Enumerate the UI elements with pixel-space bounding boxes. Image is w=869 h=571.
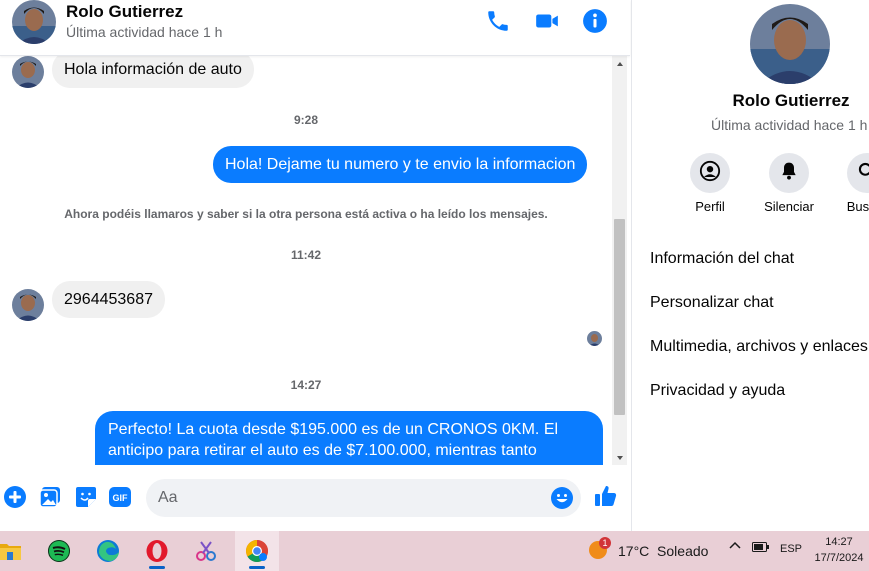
scroll-up-arrow-icon[interactable] bbox=[612, 56, 627, 71]
profile-action-button[interactable]: Perfil bbox=[675, 153, 745, 214]
sender-avatar[interactable] bbox=[12, 56, 44, 88]
contact-status: Última actividad hace 1 h bbox=[66, 24, 223, 40]
seen-receipt-avatar bbox=[587, 331, 602, 346]
language-indicator[interactable]: ESP bbox=[780, 543, 802, 555]
app-root: Rolo Gutierrez Última actividad hace 1 h… bbox=[0, 0, 869, 571]
chevron-up-icon[interactable] bbox=[729, 540, 741, 555]
windows-taskbar: 17°C Soleado 1 ESP 14:27 17/7/2024 bbox=[0, 531, 869, 571]
menu-customize-chat[interactable]: Personalizar chat bbox=[650, 294, 774, 312]
taskbar-clock[interactable]: 14:27 17/7/2024 bbox=[810, 534, 868, 566]
message-bubble-outgoing[interactable]: Perfecto! La cuota desde $195.000 es de … bbox=[95, 411, 603, 465]
emoji-icon[interactable] bbox=[550, 486, 574, 510]
menu-media-files-links[interactable]: Multimedia, archivos y enlaces bbox=[650, 338, 868, 356]
sender-avatar[interactable] bbox=[12, 289, 44, 321]
gif-label: GIF bbox=[113, 493, 129, 503]
video-camera-icon[interactable] bbox=[534, 8, 560, 34]
thumbs-up-icon[interactable] bbox=[594, 484, 618, 508]
message-bubble-incoming[interactable]: Hola información de auto bbox=[52, 56, 254, 88]
scroll-down-arrow-icon[interactable] bbox=[612, 450, 627, 465]
snipping-tool-icon[interactable] bbox=[186, 531, 226, 571]
menu-privacy-help[interactable]: Privacidad y ayuda bbox=[650, 382, 785, 400]
menu-chat-info[interactable]: Información del chat bbox=[650, 250, 794, 268]
panel-contact-name: Rolo Gutierrez bbox=[732, 91, 850, 110]
chat-window: Rolo Gutierrez Última actividad hace 1 h… bbox=[0, 0, 630, 531]
file-explorer-icon[interactable] bbox=[0, 531, 30, 571]
contact-name[interactable]: Rolo Gutierrez bbox=[66, 2, 183, 22]
message-bubble-incoming[interactable]: 2964453687 bbox=[52, 281, 165, 318]
gif-icon[interactable]: GIF bbox=[108, 485, 132, 509]
clock-date: 17/7/2024 bbox=[814, 552, 864, 564]
message-input-box[interactable] bbox=[146, 479, 581, 517]
clock-time: 14:27 bbox=[825, 536, 853, 548]
weather-notification-badge: 1 bbox=[599, 537, 611, 549]
message-timestamp: 14:27 bbox=[290, 378, 322, 392]
message-timestamp: 9:28 bbox=[293, 113, 319, 127]
bell-icon bbox=[779, 161, 799, 186]
search-icon bbox=[857, 161, 869, 186]
search-action-label: Buscar bbox=[846, 199, 869, 214]
active-app-indicator bbox=[249, 566, 265, 569]
mute-action-label: Silenciar bbox=[764, 199, 814, 214]
profile-action-label: Perfil bbox=[695, 199, 725, 214]
spotify-icon[interactable] bbox=[39, 531, 79, 571]
profile-icon bbox=[699, 160, 721, 187]
message-composer: GIF bbox=[0, 465, 630, 531]
scrollbar-thumb[interactable] bbox=[614, 219, 625, 415]
info-icon[interactable] bbox=[582, 8, 608, 34]
plus-icon[interactable] bbox=[3, 485, 27, 509]
mute-action-button[interactable]: Silenciar bbox=[754, 153, 824, 214]
sticker-icon[interactable] bbox=[74, 485, 98, 509]
weather-text: 17°C Soleado bbox=[618, 543, 709, 559]
phone-icon[interactable] bbox=[485, 8, 511, 34]
message-bubble-outgoing[interactable]: Hola! Dejame tu numero y te envio la inf… bbox=[213, 146, 588, 183]
message-scrollbar[interactable] bbox=[612, 56, 627, 465]
message-list[interactable]: Hola información de auto 9:28 Hola! Deja… bbox=[0, 56, 612, 465]
panel-contact-status: Última actividad hace 1 h bbox=[711, 117, 868, 133]
opera-icon[interactable] bbox=[137, 531, 177, 571]
chrome-icon[interactable] bbox=[235, 531, 279, 571]
battery-icon[interactable] bbox=[752, 541, 770, 556]
image-icon[interactable] bbox=[38, 485, 62, 509]
contact-profile-avatar[interactable] bbox=[750, 4, 830, 84]
contact-avatar[interactable] bbox=[12, 0, 56, 44]
chat-info-panel: Rolo Gutierrez Última actividad hace 1 h… bbox=[631, 0, 869, 531]
active-app-indicator bbox=[149, 566, 165, 569]
chat-notice: Ahora podéis llamaros y saber si la otra… bbox=[64, 207, 548, 221]
message-timestamp: 11:42 bbox=[290, 248, 322, 262]
search-action-button[interactable]: Buscar bbox=[832, 153, 869, 214]
message-input[interactable] bbox=[158, 488, 538, 508]
chat-header: Rolo Gutierrez Última actividad hace 1 h bbox=[0, 0, 630, 56]
edge-icon[interactable] bbox=[88, 531, 128, 571]
